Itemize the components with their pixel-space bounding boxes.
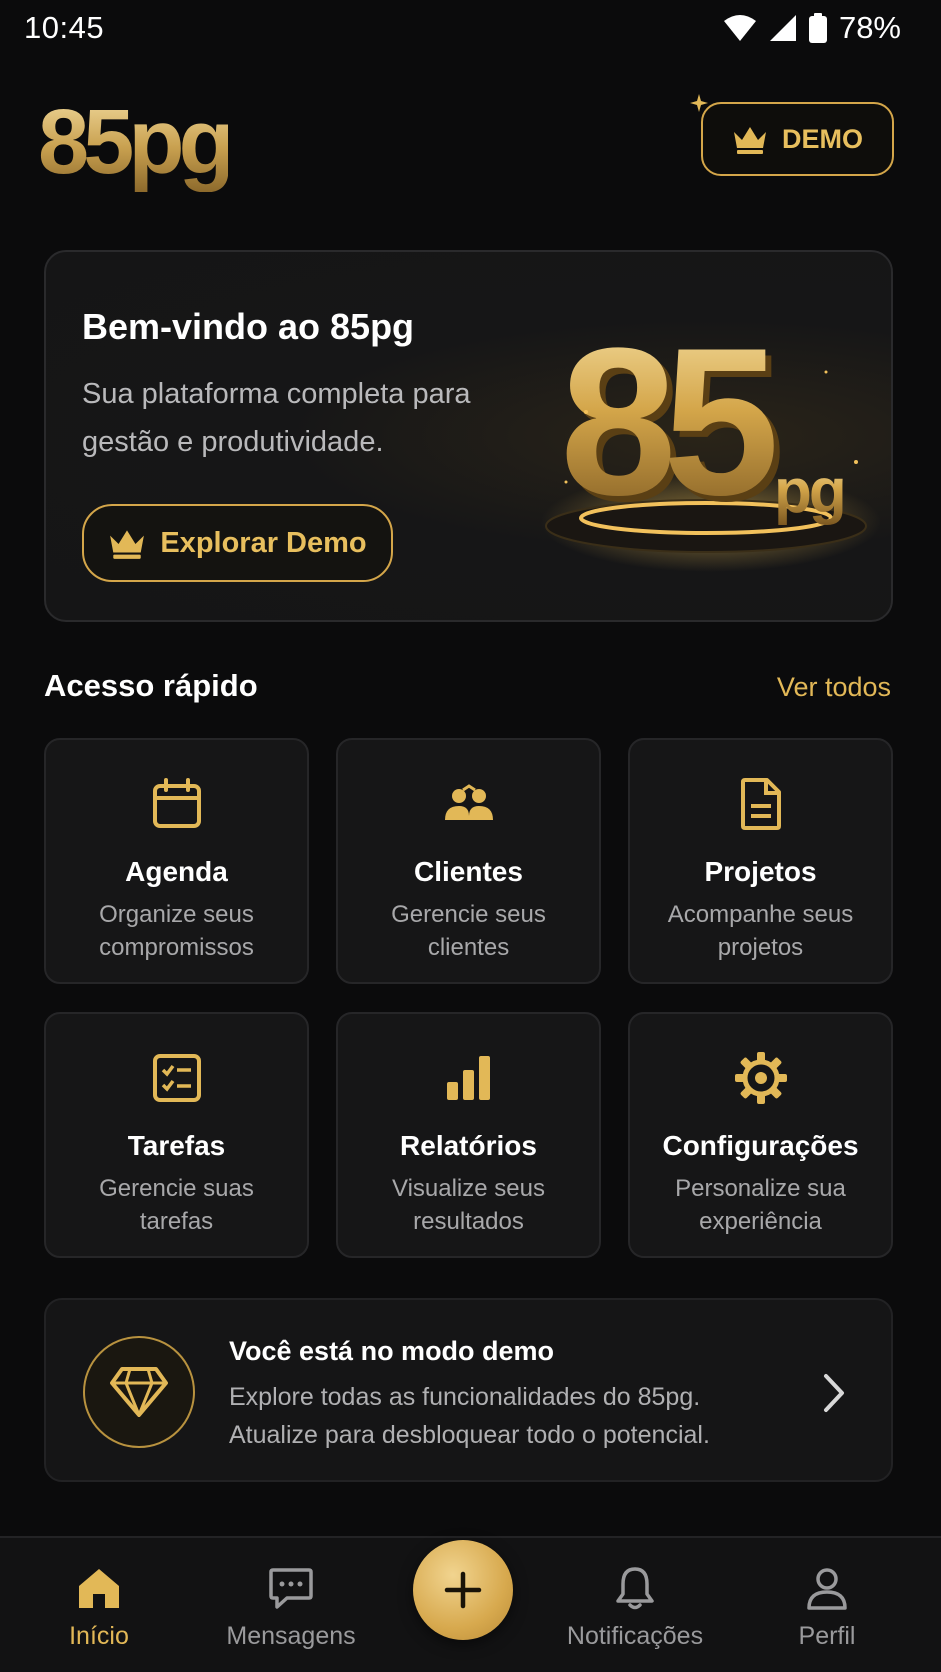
nav-item-inicio[interactable]: Início xyxy=(14,1538,184,1672)
home-icon xyxy=(79,1569,119,1608)
nav-label: Notificações xyxy=(566,1622,704,1650)
tile-title: Clientes xyxy=(414,856,523,887)
users-icon xyxy=(444,784,493,820)
demo-button-label: DEMO xyxy=(782,123,863,154)
battery-percentage: 78% xyxy=(838,10,901,45)
welcome-card: Bem-vindo ao 85pg Sua plataforma complet… xyxy=(44,250,893,622)
tile-title: Agenda xyxy=(125,856,228,887)
status-icons: 78% xyxy=(723,10,901,46)
hero-art-number: 85 xyxy=(560,304,774,539)
calendar-icon xyxy=(152,778,201,828)
diamond-icon xyxy=(110,1367,168,1417)
nav-item-mensagens[interactable]: Mensagens xyxy=(206,1538,376,1672)
bell-icon xyxy=(616,1567,654,1610)
tile-description: Personalize sua experiência xyxy=(675,1175,846,1235)
app-logo: 85pg xyxy=(38,91,235,193)
wifi-icon xyxy=(723,15,756,41)
nav-label: Perfil xyxy=(798,1622,856,1650)
hero-85pg-illustration: 85 85 pg xyxy=(541,304,881,572)
tile-tarefas[interactable]: Tarefas Gerencie suas tarefas xyxy=(44,1012,309,1258)
welcome-title: Bem-vindo ao 85pg xyxy=(82,306,415,347)
explore-demo-label: Explorar Demo xyxy=(160,526,367,559)
demo-banner-title: Você está no modo demo xyxy=(229,1336,555,1366)
tile-clientes[interactable]: Clientes Gerencie seus clientes xyxy=(336,738,601,984)
plus-icon xyxy=(444,1571,482,1609)
diamond-badge xyxy=(83,1336,195,1448)
tile-projetos[interactable]: Projetos Acompanhe seus projetos xyxy=(628,738,893,984)
nav-label: Início xyxy=(69,1622,129,1650)
crown-icon xyxy=(110,530,145,559)
crown-icon xyxy=(734,127,766,154)
svg-text:85: 85 xyxy=(560,304,774,539)
bar-chart-icon xyxy=(446,1056,490,1100)
tile-description: Visualize seus resultados xyxy=(392,1175,545,1235)
add-button[interactable] xyxy=(413,1540,513,1640)
demo-mode-banner[interactable]: Você está no modo demo Explore todas as … xyxy=(44,1298,893,1482)
logo-text: 85pg xyxy=(38,91,235,193)
explore-demo-button[interactable]: Explorar Demo xyxy=(82,504,393,582)
signal-icon xyxy=(769,15,796,41)
demo-banner-text: Explore todas as funcionalidades do 85pg… xyxy=(229,1383,710,1449)
nav-label: Mensagens xyxy=(226,1622,356,1650)
tile-title: Configurações xyxy=(662,1130,859,1161)
tile-description: Gerencie seus clientes xyxy=(391,901,546,961)
demo-button[interactable]: DEMO xyxy=(701,102,894,176)
quick-access-title: Acesso rápido xyxy=(44,668,258,703)
see-all-link[interactable]: Ver todos xyxy=(777,672,891,703)
svg-text:pg: pg xyxy=(774,457,844,526)
gear-icon xyxy=(734,1052,787,1104)
tile-description: Acompanhe seus projetos xyxy=(667,901,854,961)
tile-relatorios[interactable]: Relatórios Visualize seus resultados xyxy=(336,1012,601,1258)
nav-item-notificacoes[interactable]: Notificações xyxy=(550,1538,720,1672)
tile-title: Projetos xyxy=(704,856,817,887)
tile-agenda[interactable]: Agenda Organize seus compromissos xyxy=(44,738,309,984)
message-icon xyxy=(269,1568,313,1609)
checklist-icon xyxy=(152,1054,201,1102)
user-icon xyxy=(807,1568,847,1610)
nav-item-perfil[interactable]: Perfil xyxy=(742,1538,912,1672)
status-bar: 10:45 78% xyxy=(0,0,941,56)
tile-title: Tarefas xyxy=(127,1130,226,1161)
hero-art-suffix: pg xyxy=(774,457,844,526)
status-time: 10:45 xyxy=(24,10,105,45)
tile-description: Organize seus compromissos xyxy=(99,901,254,961)
tile-configuracoes[interactable]: Configurações Personalize sua experiênci… xyxy=(628,1012,893,1258)
tile-title: Relatórios xyxy=(400,1130,537,1161)
tile-description: Gerencie suas tarefas xyxy=(99,1175,254,1235)
battery-icon xyxy=(808,13,827,43)
chevron-right-icon xyxy=(824,1374,844,1412)
document-icon xyxy=(740,778,781,830)
welcome-subtitle: Sua plataforma completa para gestão e pr… xyxy=(82,378,471,458)
